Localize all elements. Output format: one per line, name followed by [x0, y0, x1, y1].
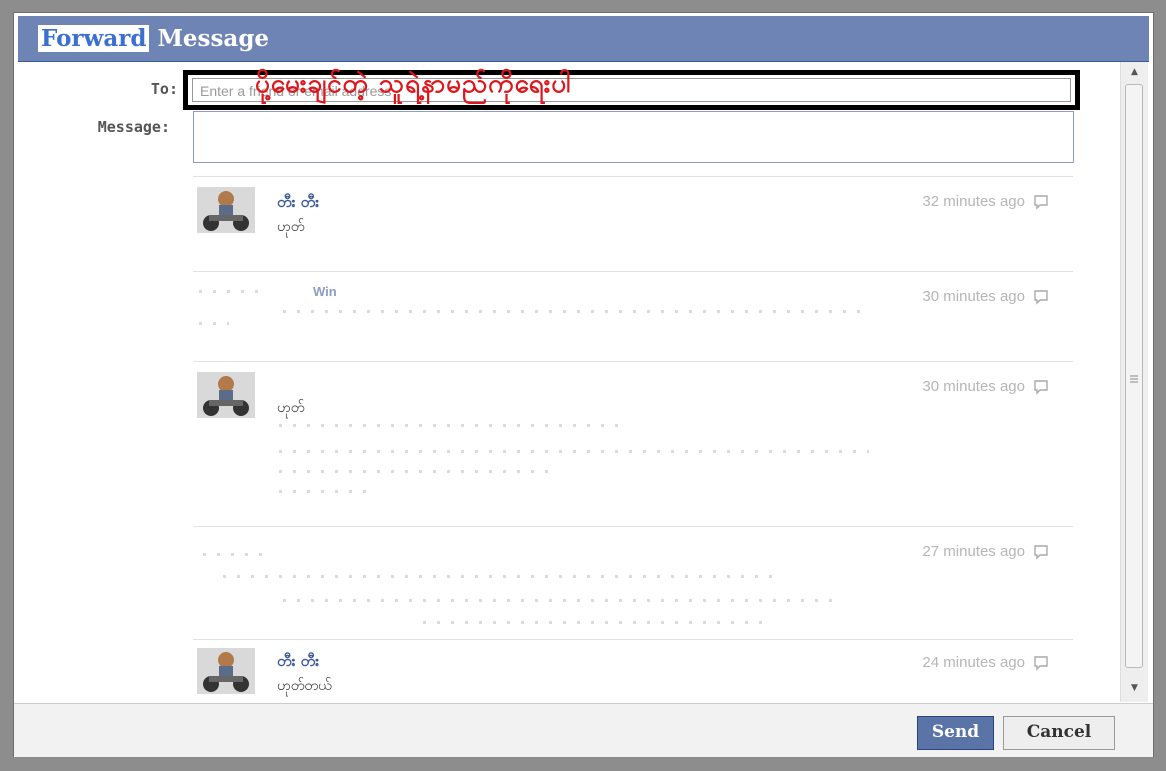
- timestamp: 32 minutes ago: [922, 193, 1025, 210]
- dialog-footer: Send Cancel: [14, 703, 1153, 757]
- redacted-text: [279, 470, 549, 473]
- redacted-text: [283, 310, 863, 313]
- reply-icon[interactable]: [1033, 544, 1049, 560]
- scroll-up-icon[interactable]: ▲: [1121, 62, 1148, 82]
- scrollbar-thumb[interactable]: [1125, 84, 1143, 668]
- sender-name[interactable]: တီး တီး: [277, 193, 319, 215]
- message-label: Message:: [97, 118, 170, 136]
- thread-message: တီး တီး ဟုတ် 32 minutes ago: [193, 176, 1073, 272]
- timestamp: 24 minutes ago: [922, 654, 1025, 671]
- reply-icon[interactable]: [1033, 379, 1049, 395]
- redacted-text: [279, 450, 869, 453]
- avatar: [197, 372, 255, 418]
- scroll-down-icon[interactable]: ▼: [1121, 678, 1148, 698]
- reply-icon[interactable]: [1033, 289, 1049, 305]
- to-label: To:: [150, 80, 178, 98]
- timestamp: 30 minutes ago: [922, 378, 1025, 395]
- sender-name[interactable]: Win: [313, 284, 337, 299]
- avatar: [197, 187, 255, 233]
- vertical-scrollbar[interactable]: ▲ ▼: [1120, 62, 1148, 702]
- thread-message: ဟုတ် 30 minutes ago: [193, 361, 1073, 527]
- message-text: ဟုတ်တယ်: [277, 678, 332, 694]
- message-text: ဟုတ်: [277, 219, 305, 235]
- thread-message: Win 30 minutes ago: [193, 271, 1073, 362]
- title-message-word: Message: [149, 25, 270, 52]
- grip-icon: [1130, 375, 1138, 383]
- send-button[interactable]: Send: [917, 716, 994, 750]
- dialog-title: Forward Message: [18, 16, 1149, 62]
- thread-message: 27 minutes ago: [193, 526, 1073, 640]
- avatar: [197, 648, 255, 694]
- message-input[interactable]: [193, 111, 1074, 163]
- redacted-text: [199, 290, 269, 293]
- redacted-text: [199, 322, 229, 325]
- thread-message: တီး တီး ဟုတ်တယ် 24 minutes ago: [193, 639, 1073, 697]
- reply-icon[interactable]: [1033, 194, 1049, 210]
- redacted-text: [223, 575, 783, 578]
- timestamp: 30 minutes ago: [922, 288, 1025, 305]
- redacted-text: [279, 424, 629, 427]
- redacted-text: [283, 599, 843, 602]
- redacted-text: [279, 490, 369, 493]
- message-text: ဟုတ်: [277, 400, 305, 416]
- redacted-text: [423, 621, 763, 624]
- redacted-text: [203, 553, 263, 556]
- message-thread: တီး တီး ဟုတ် 32 minutes ago Win 30 minut…: [193, 176, 1073, 696]
- timestamp: 27 minutes ago: [922, 543, 1025, 560]
- reply-icon[interactable]: [1033, 655, 1049, 671]
- title-forward-word: Forward: [38, 25, 150, 52]
- cancel-button[interactable]: Cancel: [1003, 716, 1115, 750]
- instruction-annotation: ပို့မေးချင်တဲ့ သူရဲ့နာမည်ကိုရေးပါ: [255, 69, 572, 99]
- sender-name[interactable]: တီး တီး: [277, 652, 319, 674]
